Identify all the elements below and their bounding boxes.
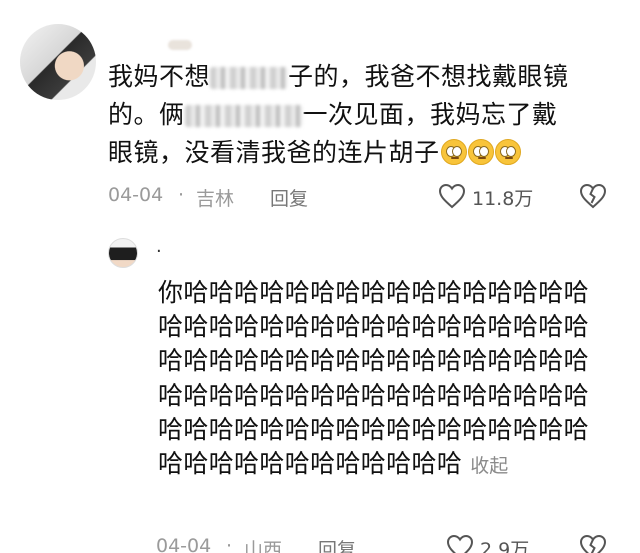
replier-avatar[interactable]	[108, 238, 138, 268]
reply-text: 你哈哈哈哈哈哈哈哈哈哈哈哈哈哈哈哈哈哈哈哈哈哈哈哈哈哈哈哈哈哈哈哈哈哈哈哈哈哈哈…	[158, 276, 614, 483]
reply-date: 04-04	[156, 535, 212, 553]
meta-separator: ·	[226, 535, 233, 553]
heart-icon[interactable]	[438, 183, 466, 209]
reply-button[interactable]: 回复	[270, 184, 308, 211]
reply-meta-row: 04-04 · 山西 回复 2.9万	[156, 534, 640, 553]
rolling-eyes-emoji-icon	[494, 139, 521, 165]
censored-text	[184, 105, 303, 127]
replier-name[interactable]: .	[156, 236, 162, 257]
comment-meta-row: 04-04 · 吉林 回复 11.8万	[108, 183, 608, 214]
censored-text	[210, 67, 289, 89]
like-count: 2.9万	[480, 539, 530, 553]
broken-heart-icon[interactable]	[579, 183, 607, 209]
comment-text-part1: 我妈不想	[108, 62, 211, 91]
reply-text-body: 你哈哈哈哈哈哈哈哈哈哈哈哈哈哈哈哈哈哈哈哈哈哈哈哈哈哈哈哈哈哈哈哈哈哈哈哈哈哈哈…	[158, 278, 589, 479]
reply-location: 山西	[244, 539, 283, 553]
rolling-eyes-emoji-icon	[440, 139, 467, 165]
meta-separator: ·	[178, 184, 185, 206]
commenter-name-blurred	[168, 40, 192, 50]
reply-button[interactable]: 回复	[318, 535, 356, 553]
like-count: 11.8万	[472, 188, 534, 210]
comment-location: 吉林	[196, 188, 235, 210]
collapse-button[interactable]: 收起	[470, 455, 508, 477]
rolling-eyes-emoji-icon	[467, 139, 494, 165]
comment-text: 我妈不想 子的，我爸不想找戴眼镜的。俩 一次见面，我妈忘了戴眼镜，没看清我爸的连片胡…	[108, 58, 578, 172]
broken-heart-icon[interactable]	[579, 534, 607, 553]
commenter-avatar[interactable]	[20, 24, 96, 100]
heart-icon[interactable]	[446, 534, 474, 553]
comment-date: 04-04	[108, 184, 164, 206]
